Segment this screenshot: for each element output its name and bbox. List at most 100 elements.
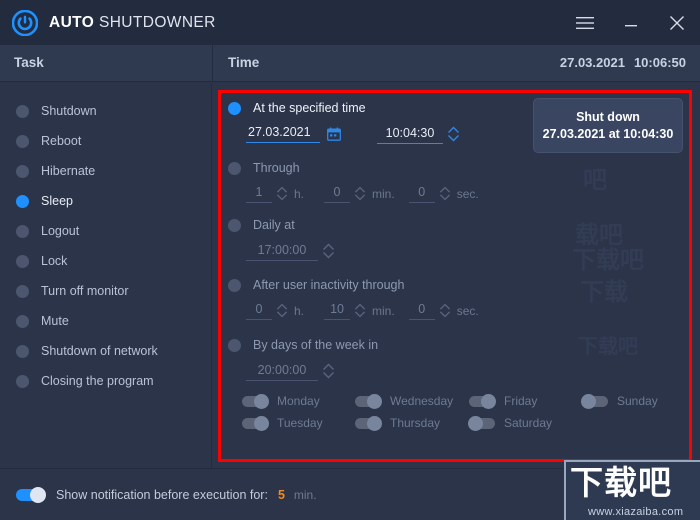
- spinner-up-down-icon[interactable]: [322, 242, 335, 261]
- through-minutes-unit: min.: [372, 187, 395, 201]
- through-minutes-field[interactable]: 0 min.: [324, 185, 395, 203]
- task-item-logout[interactable]: Logout: [0, 216, 211, 246]
- task-item-label: Turn off monitor: [41, 284, 129, 298]
- weekday-toggle-tuesday[interactable]: Tuesday: [242, 412, 323, 434]
- time-option-daily-head[interactable]: Daily at: [212, 216, 512, 234]
- time-option-through[interactable]: Through 1 h. 0 min. 0 sec.: [212, 159, 482, 203]
- through-minutes-value: 0: [324, 185, 351, 203]
- time-option-label: At the specified time: [253, 101, 366, 115]
- weekday-toggle-sunday[interactable]: Sunday: [581, 390, 658, 412]
- radio-icon: [16, 164, 29, 178]
- through-hours-field[interactable]: 1 h.: [246, 185, 304, 203]
- toggle-switch-icon[interactable]: [355, 415, 382, 431]
- radio-icon: [228, 278, 241, 292]
- radio-icon-selected: [16, 194, 29, 208]
- time-option-label: Daily at: [253, 218, 295, 232]
- spinner-up-down-icon[interactable]: [354, 185, 366, 203]
- watermark-url: www.xiazaiba.com: [588, 506, 684, 518]
- weekday-toggle-saturday[interactable]: Saturday: [468, 412, 552, 434]
- through-seconds-value: 0: [408, 185, 435, 203]
- app-title-rest: SHUTDOWNER: [98, 13, 216, 31]
- notification-toggle[interactable]: [16, 486, 46, 503]
- through-fields: 1 h. 0 min. 0 sec.: [212, 185, 482, 203]
- shut-down-button-subtitle: 27.03.2021 at 10:04:30: [542, 127, 674, 141]
- time-option-through-head[interactable]: Through: [212, 159, 482, 177]
- through-seconds-unit: sec.: [456, 187, 479, 201]
- task-list: Shutdown Reboot Hibernate Sleep Logout L…: [0, 83, 212, 468]
- weekday-toggle-friday[interactable]: Friday: [469, 390, 552, 412]
- time-option-specified[interactable]: At the specified time 27.03.2021 10:04:3…: [212, 99, 512, 144]
- time-field[interactable]: 10:04:30: [377, 125, 460, 144]
- column-header-bar: Task Time 27.03.2021 10:06:50: [0, 45, 700, 82]
- time-option-weekdays[interactable]: By days of the week in 20:00:00: [212, 336, 512, 381]
- date-field[interactable]: 27.03.2021: [246, 125, 341, 143]
- time-option-label: After user inactivity through: [253, 278, 405, 292]
- task-item-hibernate[interactable]: Hibernate: [0, 156, 211, 186]
- weekday-label: Wednesday: [390, 394, 454, 408]
- weekdays-time-field[interactable]: 20:00:00: [246, 362, 335, 381]
- spinner-up-down-icon[interactable]: [322, 362, 335, 381]
- toggle-switch-icon[interactable]: [355, 393, 382, 409]
- spinner-up-down-icon[interactable]: [439, 302, 451, 320]
- radio-icon: [16, 284, 29, 298]
- weekdays-time-value: 20:00:00: [246, 363, 318, 381]
- weekday-col-4: Sunday: [581, 390, 658, 412]
- toggle-knob: [30, 486, 46, 503]
- spinner-up-down-icon[interactable]: [276, 302, 288, 320]
- weekday-toggle-monday[interactable]: Monday: [242, 390, 323, 412]
- time-option-specified-head[interactable]: At the specified time: [212, 99, 512, 117]
- daily-time-field[interactable]: 17:00:00: [246, 242, 335, 261]
- hamburger-menu-icon[interactable]: [562, 0, 608, 45]
- task-item-label: Lock: [41, 254, 68, 268]
- task-item-reboot[interactable]: Reboot: [0, 126, 211, 156]
- inactivity-minutes-field[interactable]: 10 min.: [324, 302, 395, 320]
- toggle-knob: [581, 393, 596, 409]
- inactivity-seconds-field[interactable]: 0 sec.: [408, 302, 479, 320]
- inactivity-hours-field[interactable]: 0 h.: [246, 302, 304, 320]
- notification-label: Show notification before execution for:: [56, 487, 268, 502]
- time-option-inactivity-head[interactable]: After user inactivity through: [212, 276, 492, 294]
- radio-icon: [228, 218, 241, 232]
- title-bar: AUTO SHUTDOWNER: [0, 0, 700, 45]
- close-icon[interactable]: [654, 0, 700, 45]
- task-item-label: Shutdown: [41, 104, 97, 118]
- spinner-up-down-icon[interactable]: [439, 185, 451, 203]
- task-item-mute[interactable]: Mute: [0, 306, 211, 336]
- app-title-bold: AUTO: [49, 13, 95, 31]
- task-item-lock[interactable]: Lock: [0, 246, 211, 276]
- weekday-toggle-thursday[interactable]: Thursday: [355, 412, 453, 434]
- notification-minutes[interactable]: 5: [278, 488, 285, 502]
- minimize-icon[interactable]: [608, 0, 654, 45]
- task-item-label: Reboot: [41, 134, 82, 148]
- time-column-header: Time: [228, 55, 260, 70]
- task-item-shutdown[interactable]: Shutdown: [0, 96, 211, 126]
- spinner-up-down-icon[interactable]: [354, 302, 366, 320]
- current-date: 27.03.2021: [559, 55, 625, 70]
- weekday-toggle-wednesday[interactable]: Wednesday: [355, 390, 453, 412]
- toggle-switch-icon[interactable]: [242, 415, 269, 431]
- task-item-label: Hibernate: [41, 164, 96, 178]
- toggle-switch-icon[interactable]: [469, 393, 496, 409]
- time-option-inactivity[interactable]: After user inactivity through 0 h. 10 mi…: [212, 276, 492, 320]
- date-value: 27.03.2021: [246, 125, 320, 143]
- weekday-label: Sunday: [617, 394, 658, 408]
- through-seconds-field[interactable]: 0 sec.: [408, 185, 479, 203]
- daily-time-value: 17:00:00: [246, 243, 318, 261]
- toggle-switch-icon[interactable]: [581, 393, 608, 409]
- toggle-switch-icon[interactable]: [242, 393, 269, 409]
- weekday-col-1: Monday Tuesday: [242, 390, 323, 434]
- spinner-up-down-icon[interactable]: [276, 185, 288, 203]
- task-item-sleep[interactable]: Sleep: [0, 186, 211, 216]
- task-item-turn-off-monitor[interactable]: Turn off monitor: [0, 276, 211, 306]
- time-option-daily[interactable]: Daily at 17:00:00: [212, 216, 512, 261]
- toggle-switch-icon[interactable]: [468, 415, 495, 431]
- through-hours-value: 1: [246, 185, 272, 203]
- toggle-knob: [481, 393, 496, 409]
- shut-down-button[interactable]: Shut down 27.03.2021 at 10:04:30: [533, 98, 683, 153]
- spinner-up-down-icon[interactable]: [447, 125, 460, 144]
- task-item-shutdown-of-network[interactable]: Shutdown of network: [0, 336, 211, 366]
- through-hours-unit: h.: [294, 187, 305, 201]
- calendar-icon[interactable]: [327, 127, 341, 143]
- task-item-closing-the-program[interactable]: Closing the program: [0, 366, 211, 396]
- time-option-weekdays-head[interactable]: By days of the week in: [212, 336, 512, 354]
